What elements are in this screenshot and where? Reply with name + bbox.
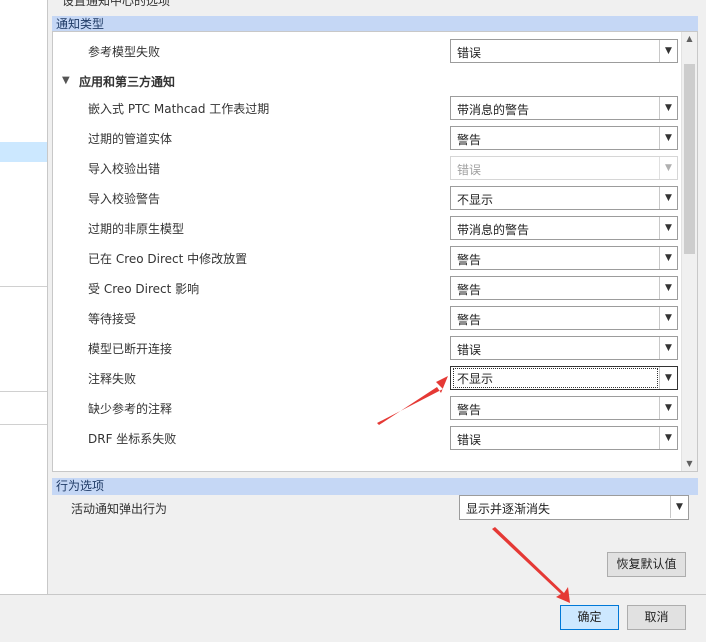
- ok-button[interactable]: 确定: [560, 605, 619, 630]
- list-item: 受 Creo Direct 影响 警告 ▼: [53, 274, 683, 304]
- list-item-label: 参考模型失败: [88, 45, 161, 59]
- chevron-down-icon[interactable]: ▼: [670, 496, 688, 518]
- select-value: 不显示: [453, 368, 658, 388]
- list-item-label: 导入校验警告: [88, 192, 161, 206]
- list-item-label: 模型已断开连接: [88, 342, 173, 356]
- notification-level-select[interactable]: 错误 ▼: [450, 336, 678, 360]
- chevron-down-icon[interactable]: ▼: [659, 427, 677, 449]
- scrollbar-thumb[interactable]: [684, 64, 695, 254]
- select-value: 错误: [457, 343, 482, 357]
- notification-level-select[interactable]: 带消息的警告 ▼: [450, 96, 678, 120]
- select-value: 带消息的警告: [457, 223, 530, 237]
- restore-defaults-button[interactable]: 恢复默认值: [607, 552, 686, 577]
- list-item-label: 已在 Creo Direct 中修改放置: [88, 252, 248, 266]
- chevron-down-icon[interactable]: ▼: [659, 127, 677, 149]
- select-value: 警告: [457, 403, 482, 417]
- list-item: 已在 Creo Direct 中修改放置 警告 ▼: [53, 244, 683, 274]
- group-label: 应用和第三方通知: [79, 75, 176, 89]
- list-item: 过期的非原生模型 带消息的警告 ▼: [53, 214, 683, 244]
- collapse-triangle-icon[interactable]: ▼: [62, 75, 70, 86]
- footer-divider: [0, 594, 706, 595]
- list-item-label: 受 Creo Direct 影响: [88, 282, 200, 296]
- list-item-label: 过期的管道实体: [88, 132, 173, 146]
- red-arrow-annotation: [492, 527, 570, 603]
- scroll-up-icon[interactable]: ▲: [682, 32, 697, 46]
- list-item-label: 过期的非原生模型: [88, 222, 185, 236]
- notification-level-select[interactable]: 带消息的警告 ▼: [450, 216, 678, 240]
- left-divider: [0, 424, 47, 425]
- select-value: 警告: [457, 253, 482, 267]
- chevron-down-icon[interactable]: ▼: [659, 337, 677, 359]
- list-item-label: 缺少参考的注释: [88, 402, 173, 416]
- select-value: 警告: [457, 313, 482, 327]
- chevron-down-icon[interactable]: ▼: [659, 97, 677, 119]
- select-value: 错误: [457, 433, 482, 447]
- notification-level-select[interactable]: 警告 ▼: [450, 246, 678, 270]
- list-item: 等待接受 警告 ▼: [53, 304, 683, 334]
- list-item: 注释失败 不显示 ▼: [53, 364, 683, 394]
- select-value: 不显示: [457, 193, 494, 207]
- notification-level-select-disabled: 错误 ▼: [450, 156, 678, 180]
- chevron-down-icon[interactable]: ▼: [659, 307, 677, 329]
- chevron-down-icon[interactable]: ▼: [659, 397, 677, 419]
- section-header-behavior: 行为选项: [52, 478, 698, 495]
- select-value: 带消息的警告: [457, 103, 530, 117]
- chevron-down-icon[interactable]: ▼: [659, 367, 677, 389]
- scroll-down-icon[interactable]: ▼: [682, 457, 697, 471]
- list-item: DRF 坐标系失败 错误 ▼: [53, 424, 683, 454]
- page-title: 设置通知中心的选项: [62, 0, 171, 8]
- list-item-label: 等待接受: [88, 312, 137, 326]
- left-selected-item[interactable]: [0, 142, 47, 162]
- list-item: 模型已断开连接 错误 ▼: [53, 334, 683, 364]
- chevron-down-icon[interactable]: ▼: [659, 247, 677, 269]
- select-value: 错误: [457, 163, 482, 177]
- list-item: 导入校验警告 不显示 ▼: [53, 184, 683, 214]
- notification-level-select[interactable]: 不显示 ▼: [450, 186, 678, 210]
- list-item: 过期的管道实体 警告 ▼: [53, 124, 683, 154]
- select-value: 警告: [457, 283, 482, 297]
- left-divider: [0, 286, 47, 287]
- notification-level-select[interactable]: 警告 ▼: [450, 126, 678, 150]
- notification-level-select[interactable]: 错误 ▼: [450, 39, 678, 63]
- select-value: 警告: [457, 133, 482, 147]
- list-item-label: 注释失败: [88, 372, 137, 386]
- notification-level-select[interactable]: 警告 ▼: [450, 306, 678, 330]
- list-item-label: 导入校验出错: [88, 162, 161, 176]
- list-item: 参考模型失败 错误 ▼: [53, 37, 683, 67]
- popup-behavior-label: 活动通知弹出行为: [71, 502, 168, 516]
- left-navigation-pane: [0, 0, 48, 594]
- group-row-third-party[interactable]: ▼ 应用和第三方通知: [53, 67, 683, 97]
- notification-list: 参考模型失败 错误 ▼ ▼ 应用和第三方通知 嵌入式 PTC Mathcad 工…: [52, 31, 698, 472]
- notification-level-select[interactable]: 警告 ▼: [450, 276, 678, 300]
- chevron-down-icon[interactable]: ▼: [659, 187, 677, 209]
- notification-level-select[interactable]: 警告 ▼: [450, 396, 678, 420]
- list-item: 导入校验出错 错误 ▼: [53, 154, 683, 184]
- chevron-down-icon[interactable]: ▼: [659, 217, 677, 239]
- left-divider: [0, 391, 47, 392]
- cancel-button[interactable]: 取消: [627, 605, 686, 630]
- list-item: 缺少参考的注释 警告 ▼: [53, 394, 683, 424]
- list-item: 嵌入式 PTC Mathcad 工作表过期 带消息的警告 ▼: [53, 94, 683, 124]
- list-item-label: DRF 坐标系失败: [88, 432, 177, 446]
- notification-level-select-focused[interactable]: 不显示 ▼: [450, 366, 678, 390]
- list-item-label: 嵌入式 PTC Mathcad 工作表过期: [88, 102, 270, 116]
- vertical-scrollbar[interactable]: ▲ ▼: [681, 32, 697, 471]
- chevron-down-icon[interactable]: ▼: [659, 277, 677, 299]
- chevron-down-icon[interactable]: ▼: [659, 40, 677, 62]
- chevron-down-icon: ▼: [659, 157, 677, 179]
- popup-behavior-select[interactable]: 显示并逐渐消失 ▼: [459, 495, 689, 520]
- select-value: 错误: [457, 46, 482, 60]
- notification-level-select[interactable]: 错误 ▼: [450, 426, 678, 450]
- select-value: 显示并逐渐消失: [466, 502, 551, 516]
